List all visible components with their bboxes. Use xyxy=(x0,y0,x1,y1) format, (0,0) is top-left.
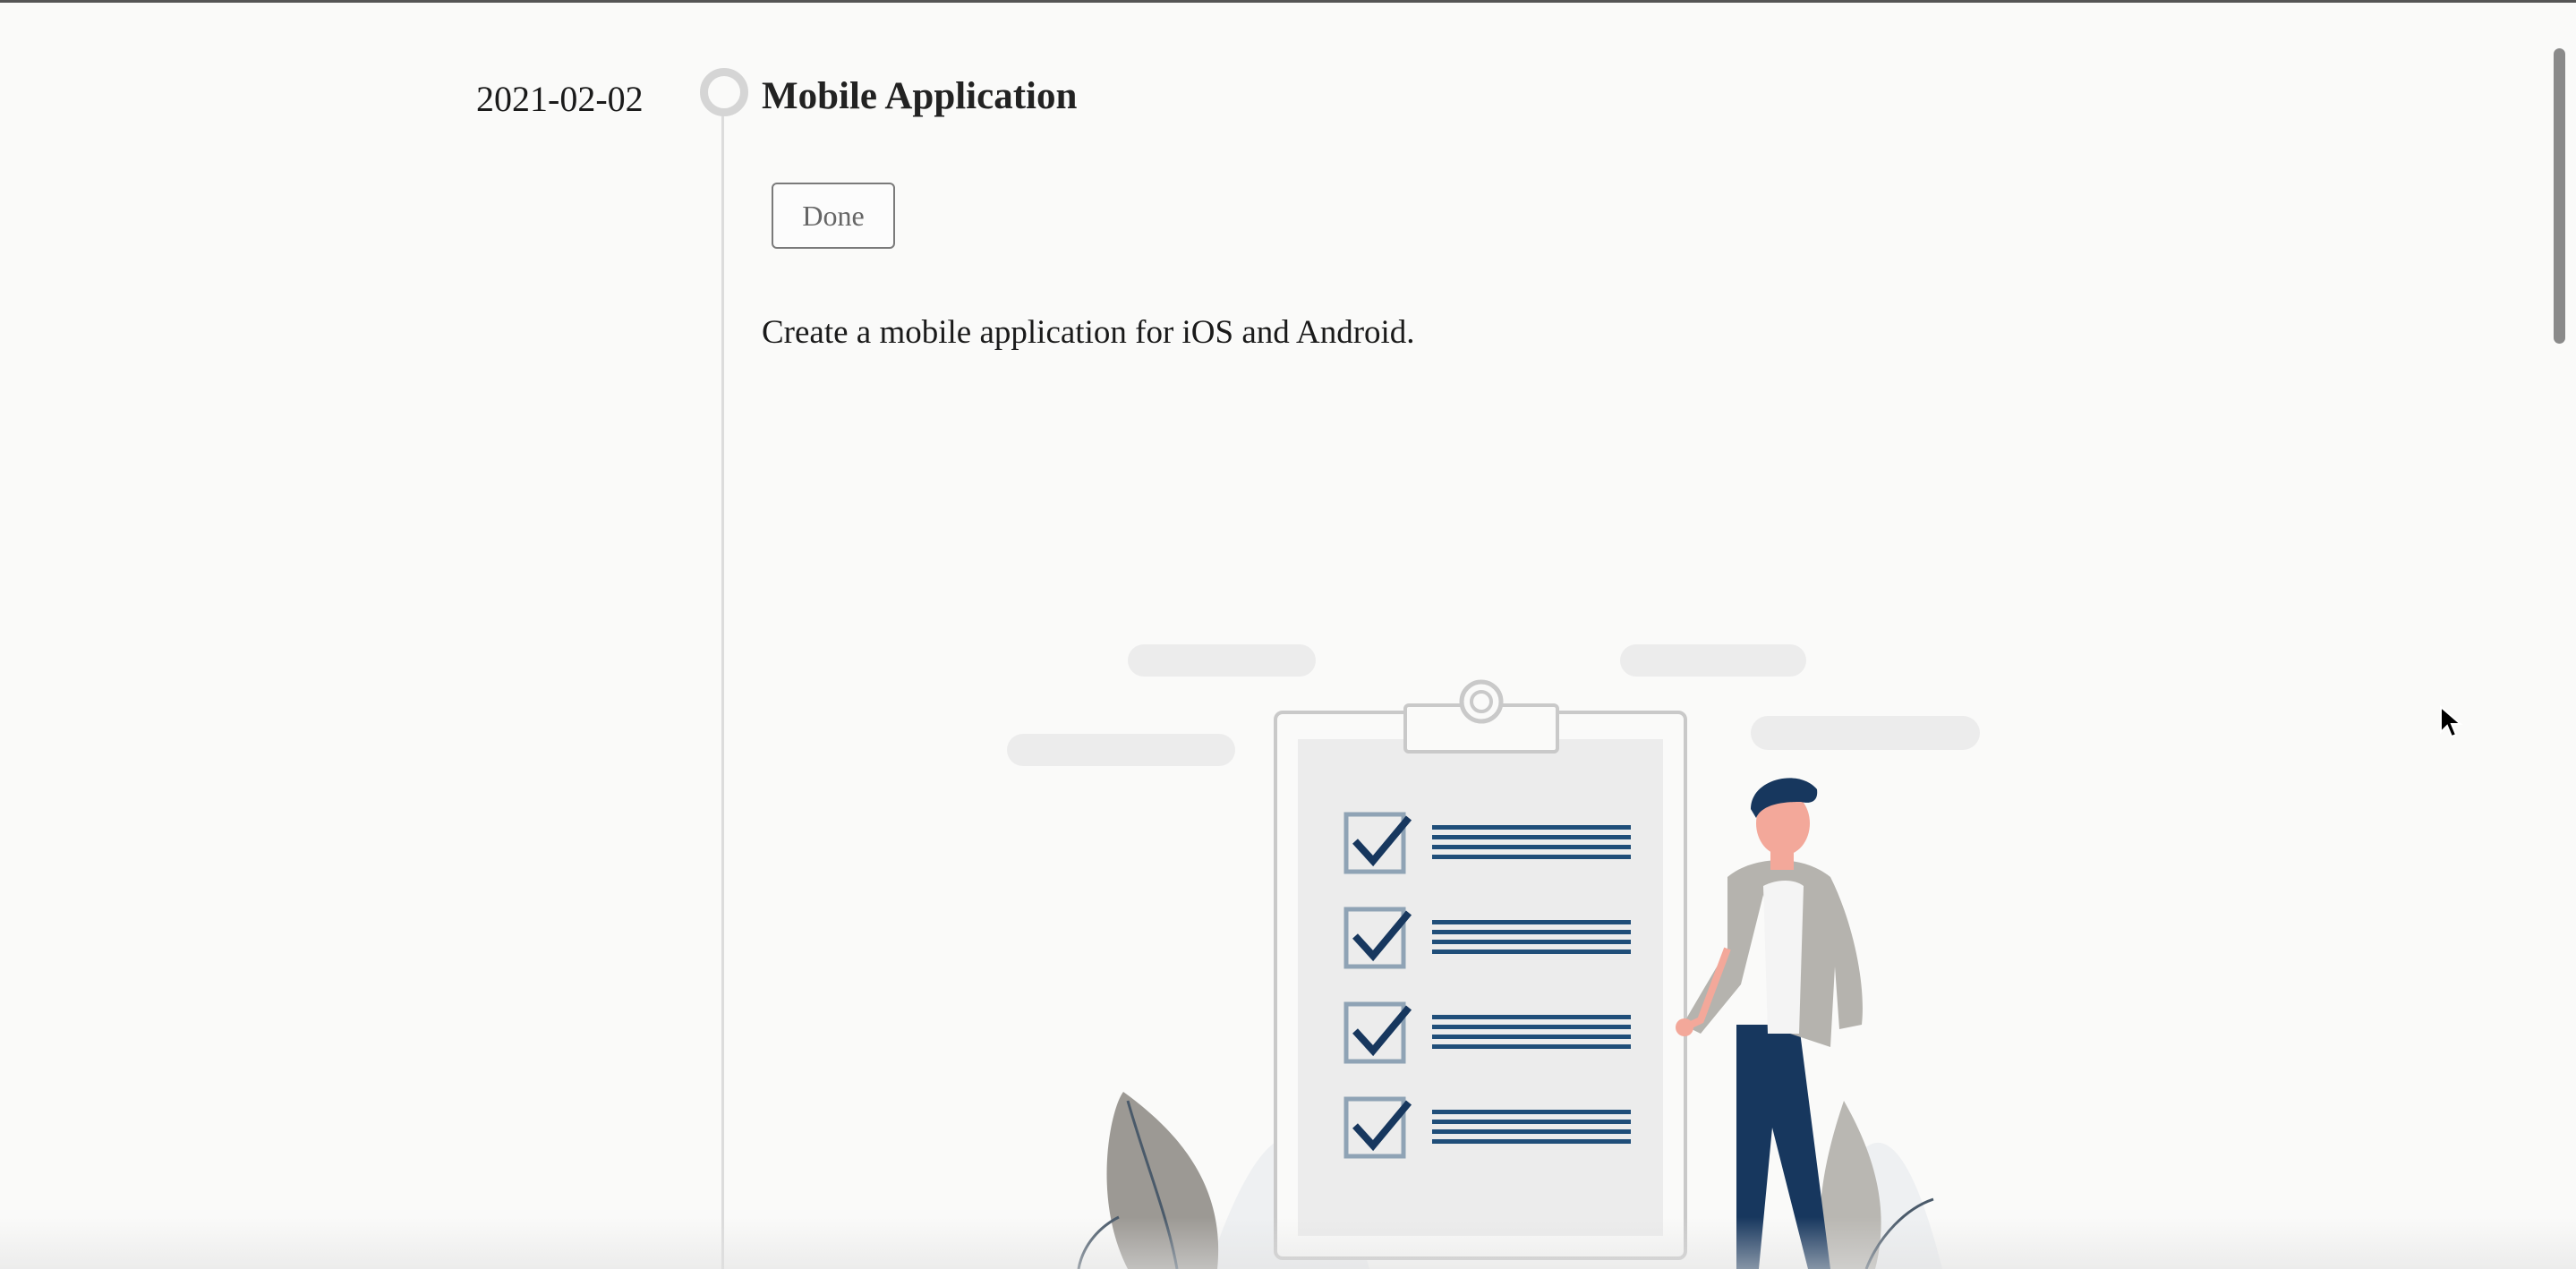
vertical-scrollbar[interactable] xyxy=(2551,0,2576,1269)
entry-date: 2021-02-02 xyxy=(476,79,644,119)
checklist-illustration xyxy=(1007,644,1980,1269)
timeline-dot-icon xyxy=(700,68,748,116)
clipboard-clip-hole xyxy=(1470,690,1493,713)
person-hand xyxy=(1676,1018,1693,1036)
person-shirt xyxy=(1763,881,1804,1034)
scrollbar-thumb[interactable] xyxy=(2554,48,2565,344)
entry-description: Create a mobile application for iOS and … xyxy=(762,314,1415,351)
mouse-pointer-icon xyxy=(2440,705,2463,738)
cloud-shape xyxy=(1128,644,1316,677)
person-legs xyxy=(1736,1025,1830,1269)
cloud-shape xyxy=(1007,734,1235,766)
cloud-shape xyxy=(1751,716,1980,750)
status-done-button[interactable]: Done xyxy=(772,183,895,249)
plant-leaf xyxy=(1106,1092,1219,1269)
entry-title: Mobile Application xyxy=(762,75,1078,117)
window-top-border xyxy=(0,0,2576,3)
timeline-line xyxy=(721,107,724,1269)
cloud-shape xyxy=(1620,644,1806,677)
plant-leaf xyxy=(1820,1101,1881,1269)
